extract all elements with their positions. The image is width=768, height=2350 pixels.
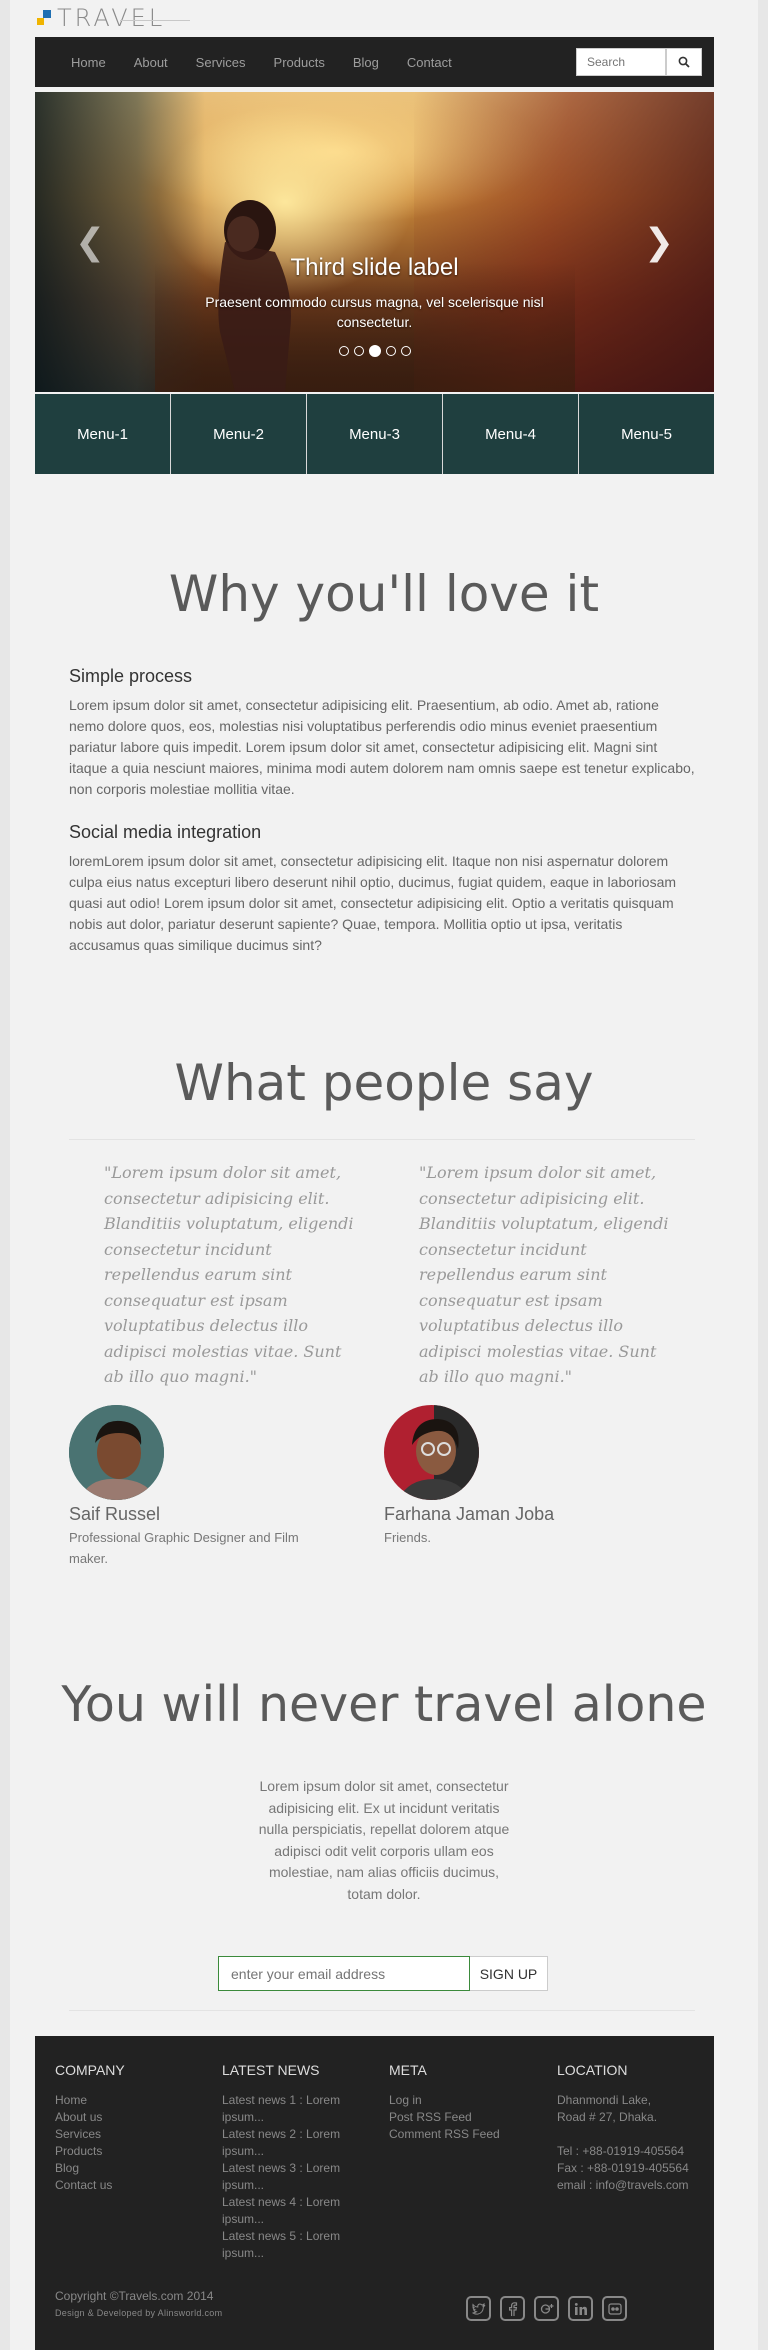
contact-email: email : info@travels.com <box>557 2178 689 2192</box>
flickr-icon[interactable] <box>602 2296 627 2321</box>
facebook-icon[interactable] <box>500 2296 525 2321</box>
feature-text: loremLorem ipsum dolor sit amet, consect… <box>69 853 677 953</box>
copyright: Copyright ©Travels.com 2014 <box>55 2289 214 2303</box>
nav-products[interactable]: Products <box>274 55 325 70</box>
footer-divider <box>69 2010 695 2011</box>
chevron-left-icon[interactable]: ❮ <box>75 222 105 263</box>
footer-link-products[interactable]: Products <box>55 2143 125 2160</box>
nav-blog[interactable]: Blog <box>353 55 379 70</box>
search-icon <box>678 56 690 68</box>
linkedin-icon[interactable] <box>568 2296 593 2321</box>
menu-tile-3[interactable]: Menu-3 <box>307 394 443 474</box>
logo-text: TRAVEL <box>57 4 166 32</box>
nav-services[interactable]: Services <box>196 55 246 70</box>
footer-location: LOCATION Dhanmondi Lake, Road # 27, Dhak… <box>557 2062 689 2194</box>
google-plus-icon[interactable] <box>534 2296 559 2321</box>
footer-heading: LATEST NEWS <box>222 2062 320 2078</box>
carousel-indicator-3[interactable] <box>368 345 381 357</box>
address-line: Road # 27, Dhaka. <box>557 2110 658 2124</box>
person-name: Farhana Jaman Joba <box>384 1504 555 1524</box>
fax-number: Fax : +88-01919-405564 <box>557 2161 689 2175</box>
travel-alone-title: You will never travel alone <box>61 1676 707 1733</box>
signup-button[interactable]: SIGN UP <box>470 1956 548 1991</box>
menu-tile-2[interactable]: Menu-2 <box>171 394 307 474</box>
hero-carousel: Third slide label Praesent commodo cursu… <box>35 92 714 392</box>
carousel-text: Praesent commodo cursus magna, vel scele… <box>205 294 544 330</box>
testimonial-quote: "Lorem ipsum dolor sit amet, consectetur… <box>419 1163 669 1386</box>
footer-news-item[interactable]: Latest news 5 : Lorem ipsum... <box>222 2228 352 2262</box>
carousel-caption: Third slide label Praesent commodo cursu… <box>35 254 714 332</box>
footer-company: COMPANY Home About us Services Products … <box>55 2062 125 2194</box>
carousel-indicator-5[interactable] <box>400 346 411 356</box>
search-input[interactable] <box>576 48 666 76</box>
carousel-indicator-2[interactable] <box>353 346 364 356</box>
carousel-indicators <box>35 345 714 357</box>
navbar: Home About Services Products Blog Contac… <box>35 37 714 87</box>
footer-latest-news: LATEST NEWS Latest news 1 : Lorem ipsum.… <box>222 2062 352 2262</box>
logo-underline <box>120 20 190 21</box>
feature-heading: Simple process <box>69 666 193 686</box>
footer-link-login[interactable]: Log in <box>389 2092 500 2109</box>
footer-news-item[interactable]: Latest news 1 : Lorem ipsum... <box>222 2092 352 2126</box>
footer-link-blog[interactable]: Blog <box>55 2160 125 2177</box>
carousel-title: Third slide label <box>290 254 459 281</box>
menu-tile-5[interactable]: Menu-5 <box>579 394 714 474</box>
footer-heading: LOCATION <box>557 2062 628 2078</box>
footer-heading: COMPANY <box>55 2062 125 2078</box>
carousel-indicator-4[interactable] <box>385 346 396 356</box>
site-logo[interactable]: TRAVEL <box>35 4 166 32</box>
testimonials-divider <box>69 1139 695 1140</box>
footer-news-item[interactable]: Latest news 4 : Lorem ipsum... <box>222 2194 352 2228</box>
social-links <box>466 2296 627 2321</box>
phone-number: Tel : +88-01919-405564 <box>557 2144 685 2158</box>
menu-tiles: Menu-1 Menu-2 Menu-3 Menu-4 Menu-5 <box>35 394 714 474</box>
footer-link-services[interactable]: Services <box>55 2126 125 2143</box>
footer-link-about[interactable]: About us <box>55 2109 125 2126</box>
why-title: Why you'll love it <box>168 565 600 623</box>
email-field[interactable] <box>218 1956 470 1991</box>
avatar-farhana-jaman-joba <box>384 1405 479 1500</box>
carousel-indicator-1[interactable] <box>338 346 349 356</box>
footer-link-comment-rss[interactable]: Comment RSS Feed <box>389 2126 500 2143</box>
testimonials-title: What people say <box>174 1054 594 1112</box>
credits: Design & Developed by Alinsworld.com <box>55 2308 223 2318</box>
footer-link-home[interactable]: Home <box>55 2092 125 2109</box>
footer-link-post-rss[interactable]: Post RSS Feed <box>389 2109 500 2126</box>
feature-simple-process: Simple process Lorem ipsum dolor sit ame… <box>69 666 695 800</box>
footer-meta: META Log in Post RSS Feed Comment RSS Fe… <box>389 2062 500 2143</box>
logo-mark-icon <box>35 8 53 28</box>
twitter-icon[interactable] <box>466 2296 491 2321</box>
nav-contact[interactable]: Contact <box>407 55 452 70</box>
newsletter-form: SIGN UP <box>218 1956 548 1991</box>
avatar-saif-russel <box>69 1405 164 1500</box>
address-line: Dhanmondi Lake, <box>557 2093 652 2107</box>
testimonial-quote: "Lorem ipsum dolor sit amet, consectetur… <box>104 1163 354 1386</box>
person-role: Professional Graphic Designer and Film m… <box>69 1530 299 1566</box>
menu-tile-4[interactable]: Menu-4 <box>443 394 579 474</box>
feature-heading: Social media integration <box>69 822 262 842</box>
footer-link-contact[interactable]: Contact us <box>55 2177 125 2194</box>
menu-tile-1[interactable]: Menu-1 <box>35 394 171 474</box>
nav-about[interactable]: About <box>134 55 168 70</box>
search-button[interactable] <box>666 48 702 76</box>
feature-text: Lorem ipsum dolor sit amet, consectetur … <box>69 697 695 797</box>
travel-alone-text: Lorem ipsum dolor sit amet, consectetur … <box>258 1778 510 1902</box>
nav-home[interactable]: Home <box>71 55 106 70</box>
feature-social-media: Social media integration loremLorem ipsu… <box>69 822 695 956</box>
person-role: Friends. <box>384 1530 431 1545</box>
footer-news-item[interactable]: Latest news 3 : Lorem ipsum... <box>222 2160 352 2194</box>
footer-heading: META <box>389 2062 427 2078</box>
person-name: Saif Russel <box>69 1504 161 1524</box>
chevron-right-icon[interactable]: ❯ <box>644 222 674 263</box>
footer: COMPANY Home About us Services Products … <box>35 2036 714 2350</box>
footer-news-item[interactable]: Latest news 2 : Lorem ipsum... <box>222 2126 352 2160</box>
